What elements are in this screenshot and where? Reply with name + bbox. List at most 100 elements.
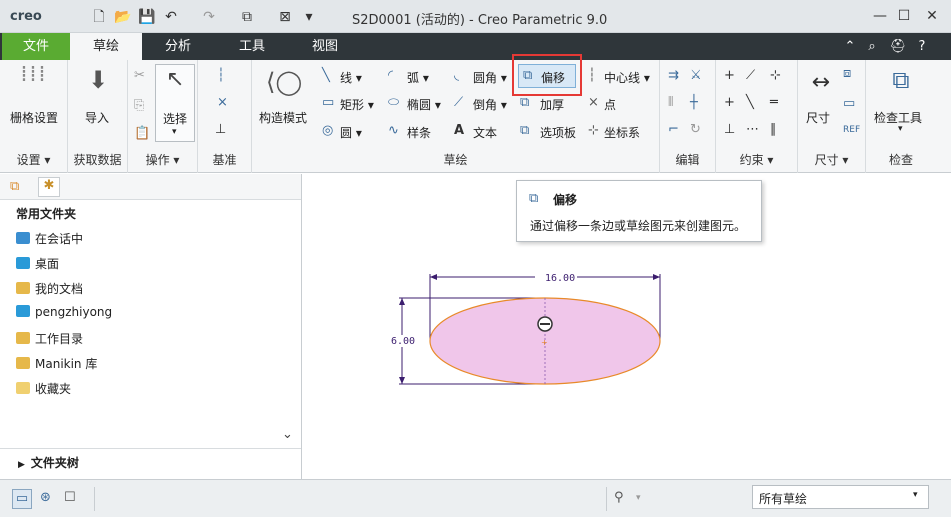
perpendicular-constraint-icon[interactable]: ⊥ <box>724 122 735 138</box>
maximize-icon[interactable]: ☐ <box>892 6 916 26</box>
group-label-operations[interactable]: 操作 ▾ <box>128 151 197 168</box>
import-button[interactable]: 导入 <box>85 109 109 126</box>
show-navigator-icon[interactable]: ▭ <box>12 489 32 509</box>
tab-analysis[interactable]: 分析 <box>142 33 214 60</box>
rectangle-button[interactable]: 矩形 ▾ <box>340 96 374 113</box>
chevron-down-icon[interactable]: ▾ <box>898 124 903 134</box>
divide-icon[interactable]: ┼ <box>690 95 698 111</box>
selection-filter-select[interactable]: 所有草绘 ▾ <box>752 485 929 509</box>
perimeter-icon[interactable]: ⧈ <box>843 66 851 82</box>
open-icon[interactable]: 📂 <box>114 8 132 26</box>
close-icon[interactable]: ✕ <box>920 6 944 26</box>
chamfer-button[interactable]: 倒角 ▾ <box>473 96 507 113</box>
copy-icon[interactable]: ⎘ <box>134 98 144 114</box>
group-sketch: ⟨◯ 构造模式 ╲ 线 ▾ ◜ 弧 ▾ ◟ 圆角 ▾ ⧉ 偏移 ┆ 中心线 ▾ … <box>252 54 660 173</box>
folder-in-session[interactable]: 在会话中 <box>16 230 83 247</box>
undo-icon[interactable]: ↶ <box>162 8 180 26</box>
datum-centerline-icon[interactable]: ┆ <box>217 68 225 84</box>
delete-segment-icon[interactable]: ⚔ <box>690 68 702 84</box>
new-icon[interactable]: 🗋 <box>90 8 108 26</box>
width-dimension[interactable]: 16.00 <box>545 273 575 284</box>
browser-icon[interactable]: ⊛ <box>40 490 51 506</box>
mirror-icon[interactable]: ⫴ <box>668 95 673 111</box>
dimension-icon: ↔ <box>811 70 831 95</box>
reference-dimension-icon[interactable]: REF <box>843 122 860 138</box>
divider <box>0 448 301 449</box>
tangent-constraint-icon[interactable]: ⟋ <box>746 68 755 84</box>
folder-working-directory[interactable]: 工作目录 <box>16 330 83 347</box>
thicken-button[interactable]: 加厚 <box>540 96 564 113</box>
customize-icon[interactable]: ▾ <box>300 8 318 26</box>
tab-view[interactable]: 视图 <box>290 33 360 60</box>
arrow-top <box>399 298 405 305</box>
text-icon: A <box>454 123 465 138</box>
height-dimension[interactable]: 6.00 <box>391 336 415 347</box>
coincident-constraint-icon[interactable]: ╲ <box>746 95 754 111</box>
modify-icon[interactable]: ⇉ <box>668 68 679 84</box>
help-menu-icon[interactable]: ⛑ <box>886 33 910 60</box>
folder-favorites[interactable]: 收藏夹 <box>16 380 71 397</box>
group-label-dimension[interactable]: 尺寸 ▾ <box>798 151 865 168</box>
group-label-setup[interactable]: 设置 ▾ <box>0 151 67 168</box>
vertical-constraint-icon[interactable]: + <box>724 68 735 84</box>
collapse-ribbon-icon[interactable]: ⌃ <box>840 33 860 60</box>
line-button[interactable]: 线 ▾ <box>340 69 362 86</box>
grid-settings-button[interactable]: 栅格设置 <box>10 109 58 126</box>
group-edit: ⇉ ⚔ ⫴ ┼ ⌐ ↻ 编辑 <box>660 60 716 173</box>
folder-manikin-library[interactable]: Manikin 库 <box>16 355 97 372</box>
coordsys-button[interactable]: 坐标系 <box>604 124 640 141</box>
paste-icon[interactable]: 📋 <box>134 126 150 142</box>
midpoint-constraint-icon[interactable]: ⊹ <box>770 68 781 84</box>
baseline-icon[interactable]: ▭ <box>843 96 855 112</box>
arc-button[interactable]: 弧 ▾ <box>407 69 429 86</box>
fillet-button[interactable]: 圆角 ▾ <box>473 69 507 86</box>
offset-tooltip: ⧉ 偏移 通过偏移一条边或草绘图元来创建图元。 <box>516 180 762 242</box>
cut-icon[interactable]: ✂ <box>134 68 145 84</box>
chevron-down-icon[interactable]: ▾ <box>636 490 641 506</box>
tab-sketch[interactable]: 草绘 <box>70 33 142 60</box>
folder-browser-tab-icon[interactable]: ✱ <box>38 177 60 197</box>
symmetric-constraint-icon[interactable]: ⋯ <box>746 122 759 138</box>
spline-button[interactable]: 样条 <box>407 124 431 141</box>
point-button[interactable]: 点 <box>604 96 616 113</box>
chevron-down-icon: ▾ <box>172 127 177 137</box>
group-dimension: ↔ 尺寸 ⧈ ▭ REF 尺寸 ▾ <box>798 60 866 173</box>
user-folder-icon <box>16 305 30 317</box>
status-bar: ▭ ⊛ ☐ ⚲ ▾ 所有草绘 ▾ <box>0 479 951 517</box>
find-icon[interactable]: ⚲ <box>614 490 624 506</box>
parallel-constraint-icon[interactable]: ∥ <box>770 122 777 138</box>
search-icon[interactable]: ⌕ <box>862 33 882 60</box>
close-window-icon[interactable]: ⊠ <box>276 8 294 26</box>
model-tree-tab-icon[interactable]: ⧉ <box>10 179 19 195</box>
full-screen-icon[interactable]: ☐ <box>64 490 76 506</box>
save-icon[interactable]: 💾 <box>138 8 156 26</box>
ellipse-button[interactable]: 椭圆 ▾ <box>407 96 441 113</box>
rotate-resize-icon[interactable]: ↻ <box>690 122 701 138</box>
expand-icon[interactable]: ⌄ <box>282 427 293 443</box>
construction-mode-button[interactable]: 构造模式 <box>259 109 307 126</box>
circle-button[interactable]: 圆 ▾ <box>340 124 362 141</box>
folder-desktop[interactable]: 桌面 <box>16 255 59 272</box>
palette-button[interactable]: 选项板 <box>540 124 576 141</box>
regenerate-icon[interactable]: ⧉ <box>238 8 256 26</box>
coordsys-icon: ⊹ <box>588 123 599 138</box>
group-label-constrain[interactable]: 约束 ▾ <box>716 151 797 168</box>
minimize-icon[interactable]: — <box>868 6 892 26</box>
select-button[interactable]: ↖ 选择 ▾ <box>155 64 195 142</box>
folder-my-documents[interactable]: 我的文档 <box>16 280 83 297</box>
dimension-button[interactable]: 尺寸 <box>806 109 830 126</box>
text-button[interactable]: 文本 <box>473 124 497 141</box>
tab-tools[interactable]: 工具 <box>214 33 290 60</box>
datum-coordsys-icon[interactable]: ⊥ <box>215 122 226 138</box>
centerline-button[interactable]: 中心线 ▾ <box>604 69 650 86</box>
datum-point-icon[interactable]: × <box>217 95 228 111</box>
help-icon[interactable]: ? <box>912 33 932 60</box>
thicken-icon: ⧉ <box>520 95 530 110</box>
horizontal-constraint-icon[interactable]: + <box>724 95 735 111</box>
folder-user[interactable]: pengzhiyong <box>16 305 112 319</box>
redo-icon[interactable]: ↷ <box>200 8 218 26</box>
equal-constraint-icon[interactable]: ═ <box>770 95 778 111</box>
corner-icon[interactable]: ⌐ <box>668 122 679 138</box>
folder-tree-toggle[interactable]: ▶ 文件夹树 <box>18 454 79 471</box>
tab-file[interactable]: 文件 <box>2 33 70 60</box>
